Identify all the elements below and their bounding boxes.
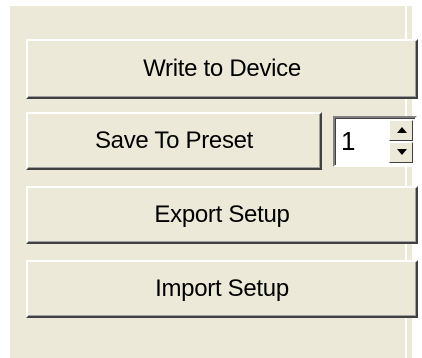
import-setup-button[interactable]: Import Setup: [26, 260, 418, 318]
spinner-arrows: [389, 120, 413, 163]
preset-number-value[interactable]: 1: [341, 126, 355, 157]
spin-down-arrow-icon: [397, 149, 407, 155]
export-setup-button[interactable]: Export Setup: [26, 186, 418, 244]
spin-up-button[interactable]: [389, 120, 413, 141]
write-to-device-button[interactable]: Write to Device: [26, 39, 418, 99]
save-to-preset-button[interactable]: Save To Preset: [26, 112, 322, 170]
spin-down-button[interactable]: [389, 142, 413, 163]
spin-up-arrow-icon: [397, 127, 407, 133]
preset-number-spinner[interactable]: 1: [333, 116, 417, 167]
